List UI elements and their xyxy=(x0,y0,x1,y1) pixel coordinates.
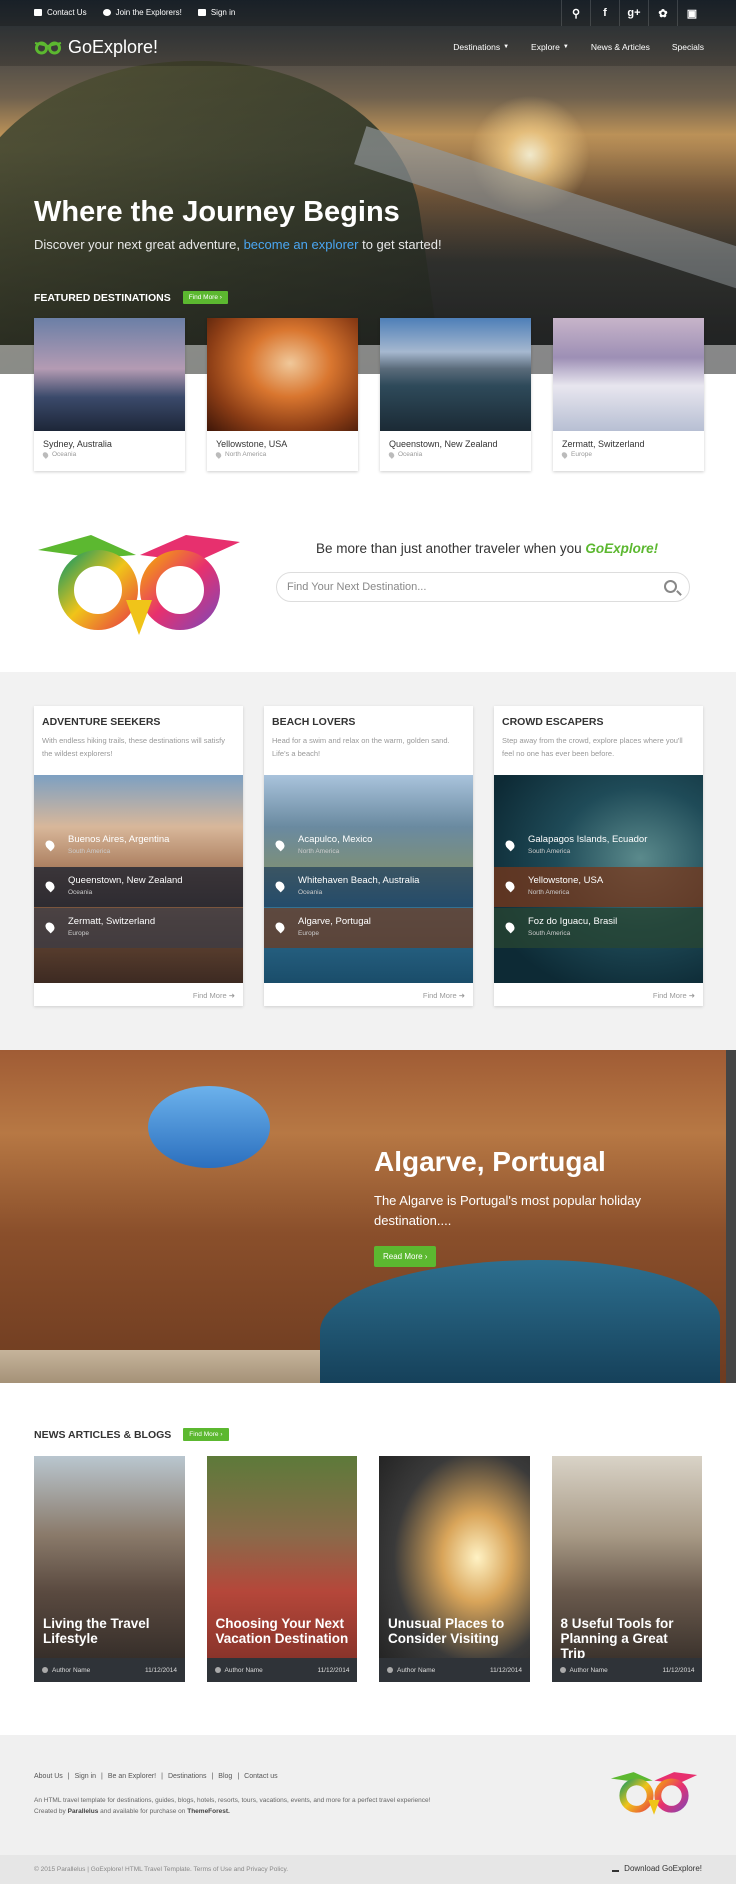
featured-find-more-button[interactable]: Find More › xyxy=(182,291,228,304)
download-icon xyxy=(612,1865,620,1872)
nav-news[interactable]: News & Articles xyxy=(591,42,650,52)
footer-link-blog[interactable]: Blog xyxy=(218,1773,232,1780)
zermatt-image xyxy=(553,318,704,431)
footer-links: About Us | Sign in | Be an Explorer! | D… xyxy=(34,1773,278,1780)
queenstown-image xyxy=(380,318,531,431)
facebook-icon[interactable]: f xyxy=(590,0,619,26)
promo-tagline: Be more than just another traveler when … xyxy=(316,541,659,556)
featured-card[interactable]: Zermatt, Switzerland Europe xyxy=(553,318,704,471)
download-button[interactable]: Download GoExplore! xyxy=(612,1864,702,1873)
list-item[interactable]: Yellowstone, USA North America xyxy=(494,867,703,907)
article-card[interactable]: Unusual Places to Consider Visiting Auth… xyxy=(379,1456,530,1682)
owl-mascot-icon xyxy=(38,535,240,635)
destination-search-input[interactable]: Find Your Next Destination... xyxy=(276,572,690,602)
search-icon[interactable] xyxy=(664,580,677,593)
top-bar: Contact Us Join the Explorers! Sign in ⚲… xyxy=(0,0,736,26)
list-item[interactable]: Buenos Aires, Argentina South America xyxy=(34,826,243,866)
nav-menu: Destinations ▼ Explore ▼ News & Articles S… xyxy=(453,42,704,52)
lock-icon xyxy=(197,9,206,16)
footer-link-destinations[interactable]: Destinations xyxy=(168,1773,207,1780)
footer-owl-logo-icon xyxy=(610,1772,698,1815)
list-item[interactable]: Acapulco, Mexico North America xyxy=(264,826,473,866)
news-find-more-button[interactable]: Find More › xyxy=(183,1428,229,1441)
algarve-title: Algarve, Portugal xyxy=(374,1146,606,1177)
category-card-adventure: ADVENTURE SEEKERS With endless hiking tr… xyxy=(34,706,243,1006)
map-pin-icon xyxy=(273,879,287,893)
footer-link-about[interactable]: About Us xyxy=(34,1773,63,1780)
chat-icon xyxy=(102,9,111,16)
brand-logo[interactable]: GoExplore! xyxy=(34,37,158,58)
map-pin-icon xyxy=(560,450,569,459)
read-more-button[interactable]: Read More › xyxy=(374,1246,437,1267)
map-pin-icon xyxy=(273,838,287,852)
find-more-link[interactable]: Find More ➜ xyxy=(653,991,695,1000)
list-item[interactable]: Foz do Iguacu, Brasil South America xyxy=(494,908,703,948)
user-icon xyxy=(42,1667,48,1673)
footer-description: An HTML travel template for destinations… xyxy=(34,1797,431,1815)
map-pin-icon xyxy=(41,450,50,459)
article-card[interactable]: Living the Travel Lifestyle Author Name 1… xyxy=(34,1456,185,1682)
nav-destinations[interactable]: Destinations ▼ xyxy=(453,42,509,52)
featured-destinations: Sydney, Australia Oceania Yellowstone, U… xyxy=(34,318,704,471)
caret-down-icon: ▼ xyxy=(562,44,569,50)
google-plus-icon[interactable]: g+ xyxy=(619,0,648,26)
article-card[interactable]: Choosing Your Next Vacation Destination … xyxy=(206,1456,357,1682)
map-pin-icon xyxy=(387,450,396,459)
map-pin-icon xyxy=(43,920,57,934)
news-articles: Living the Travel Lifestyle Author Name 1… xyxy=(34,1456,702,1682)
contact-link[interactable]: Contact Us xyxy=(34,8,87,17)
hero-subtitle: Discover your next great adventure, beco… xyxy=(34,237,442,252)
category-card-beach: BEACH LOVERS Head for a swim and relax o… xyxy=(264,706,473,1006)
find-more-link[interactable]: Find More ➜ xyxy=(193,991,235,1000)
join-link[interactable]: Join the Explorers! xyxy=(102,8,182,17)
featured-heading: FEATURED DESTINATIONS Find More › xyxy=(34,291,228,304)
user-icon xyxy=(214,1667,221,1673)
nav-explore[interactable]: Explore ▼ xyxy=(531,42,569,52)
list-item[interactable]: Whitehaven Beach, Australia Oceania xyxy=(264,867,473,907)
featured-card[interactable]: Queenstown, New Zealand Oceania xyxy=(380,318,531,471)
hero-title: Where the Journey Begins xyxy=(34,196,400,228)
list-item[interactable]: Algarve, Portugal Europe xyxy=(264,908,473,948)
owl-logo-icon xyxy=(34,41,62,54)
twitter-icon[interactable]: ✿ xyxy=(648,0,677,26)
footer-link-contact[interactable]: Contact us xyxy=(244,1773,277,1780)
find-more-link[interactable]: Find More ➜ xyxy=(423,991,465,1000)
map-pin-icon xyxy=(503,838,517,852)
list-item[interactable]: Zermatt, Switzerland Europe xyxy=(34,908,243,948)
map-pin-icon xyxy=(43,879,57,893)
themeforest-link[interactable]: ThemeForest. xyxy=(187,1808,230,1815)
algarve-text: The Algarve is Portugal's most popular h… xyxy=(374,1193,641,1228)
featured-card[interactable]: Sydney, Australia Oceania xyxy=(34,318,185,471)
article-card[interactable]: 8 Useful Tools for Planning a Great Trip… xyxy=(551,1456,702,1682)
category-card-crowd: CROWD ESCAPERS Step away from the crowd,… xyxy=(494,706,703,1006)
caret-down-icon: ▼ xyxy=(503,44,510,50)
user-icon xyxy=(559,1667,566,1673)
map-pin-icon xyxy=(503,879,517,893)
algarve-feature: Algarve, Portugal The Algarve is Portuga… xyxy=(0,1050,736,1383)
news-heading: NEWS ARTICLES & BLOGS Find More › xyxy=(34,1428,229,1441)
footer-link-explorer[interactable]: Be an Explorer! xyxy=(108,1773,156,1780)
footer-link-signin[interactable]: Sign in xyxy=(75,1773,96,1780)
user-icon xyxy=(387,1667,393,1673)
envelope-icon xyxy=(34,9,42,16)
featured-card[interactable]: Yellowstone, USA North America xyxy=(207,318,358,471)
map-pin-icon xyxy=(503,920,517,934)
map-pin-icon xyxy=(214,450,223,459)
author-link[interactable]: Parallelus xyxy=(68,1808,99,1815)
search-icon[interactable]: ⚲ xyxy=(561,0,590,26)
sydney-image xyxy=(34,318,185,431)
nav-specials[interactable]: Specials xyxy=(672,42,704,52)
copyright: © 2015 Parallelus | GoExplore! HTML Trav… xyxy=(34,1866,289,1873)
yellowstone-image xyxy=(207,318,358,431)
become-explorer-link[interactable]: become an explorer xyxy=(244,237,359,252)
signin-link[interactable]: Sign in xyxy=(197,8,235,17)
list-item[interactable]: Queenstown, New Zealand Oceania xyxy=(34,867,243,907)
map-pin-icon xyxy=(43,838,57,852)
list-item[interactable]: Galapagos Islands, Ecuador South America xyxy=(494,826,703,866)
page: Contact Us Join the Explorers! Sign in ⚲… xyxy=(0,0,736,1884)
instagram-icon[interactable]: ▣ xyxy=(677,0,706,26)
map-pin-icon xyxy=(273,920,287,934)
